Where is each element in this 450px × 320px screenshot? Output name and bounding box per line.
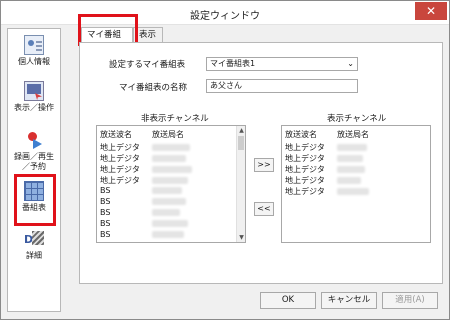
hidden-list-header: 放送波名 放送局名 [100, 129, 184, 140]
hidden-list-scrollbar[interactable]: ▲ ▼ [236, 126, 245, 242]
sidebar-item-details[interactable]: 詳細 [8, 229, 60, 261]
ok-button[interactable]: OK [260, 292, 316, 309]
shown-channel-list[interactable]: 放送波名 放送局名 地上デジタ 地上デジタ 地上デジタ 地上デジタ 地上デジタ [281, 125, 431, 243]
list-item[interactable]: 地上デジタ [100, 175, 188, 186]
window-title: 設定ウィンドウ [190, 11, 260, 22]
sidebar-item-label: 録画／再生／予約 [14, 152, 54, 171]
scroll-up-icon[interactable]: ▲ [237, 126, 245, 135]
list-item[interactable]: 地上デジタ [285, 142, 367, 153]
hidden-list-title: 非表示チャンネル [141, 114, 209, 124]
column-header: 放送波名 [100, 130, 132, 139]
list-item[interactable]: 地上デジタ [100, 142, 190, 153]
list-item[interactable]: BS [100, 219, 188, 228]
title-bar: 設定ウィンドウ ✕ [1, 1, 449, 25]
person-card-icon [24, 35, 44, 55]
list-item[interactable]: BS [100, 197, 186, 206]
move-to-shown-button[interactable]: >> [254, 158, 274, 172]
list-item[interactable]: 地上デジタ [285, 153, 363, 164]
chevron-down-icon: ⌄ [347, 59, 354, 68]
settings-sidebar: 個人情報 表示／操作 録画／再生／予約 番組表 詳細 [7, 28, 61, 312]
sidebar-item-personal-info[interactable]: 個人情報 [8, 35, 60, 67]
sidebar-item-label: 個人情報 [18, 57, 50, 66]
column-header: 放送波名 [285, 130, 317, 139]
my-program-guide-select[interactable]: マイ番組表1 ⌄ [206, 57, 358, 71]
shown-list-title: 表示チャンネル [327, 114, 387, 124]
select-label: 設定するマイ番組表 [109, 60, 186, 70]
list-item[interactable]: BS [100, 186, 182, 195]
list-item[interactable]: BS [100, 230, 184, 239]
shown-list-header: 放送波名 放送局名 [285, 129, 369, 140]
guide-name-input[interactable]: あ父さん [206, 79, 358, 93]
list-item[interactable]: BS [100, 208, 180, 217]
hidden-channel-list[interactable]: 放送波名 放送局名 地上デジタ 地上デジタ 地上デジタ 地上デジタ BS BS B… [96, 125, 246, 243]
sidebar-item-label: 詳細 [26, 251, 42, 260]
detail-tools-icon [24, 229, 44, 249]
list-item[interactable]: 地上デジタ [285, 175, 361, 186]
apply-button[interactable]: 適用(A) [382, 292, 438, 309]
list-item[interactable]: 地上デジタ [100, 164, 192, 175]
display-pointer-icon [24, 81, 44, 101]
move-to-hidden-button[interactable]: << [254, 202, 274, 216]
close-button[interactable]: ✕ [415, 2, 447, 20]
sidebar-item-label: 表示／操作 [14, 103, 54, 112]
cancel-button[interactable]: キャンセル [321, 292, 377, 309]
sidebar-item-record-play-reserve[interactable]: 録画／再生／予約 [8, 130, 60, 172]
scroll-thumb[interactable] [238, 136, 244, 150]
sidebar-item-display-operation[interactable]: 表示／操作 [8, 81, 60, 113]
list-item[interactable]: 地上デジタ [285, 164, 365, 175]
highlight-box-sidebar [14, 174, 56, 226]
column-header: 放送局名 [337, 130, 369, 139]
name-label: マイ番組表の名称 [119, 83, 188, 93]
record-play-icon [24, 130, 44, 150]
column-header: 放送局名 [152, 130, 184, 139]
scroll-down-icon[interactable]: ▼ [237, 233, 245, 242]
settings-window: 設定ウィンドウ ✕ 個人情報 表示／操作 録画／再生／予約 番組表 詳細 マイ番… [0, 0, 450, 320]
select-value: マイ番組表1 [210, 59, 256, 68]
list-item[interactable]: 地上デジタ [285, 186, 369, 197]
list-item[interactable]: 地上デジタ [100, 153, 186, 164]
